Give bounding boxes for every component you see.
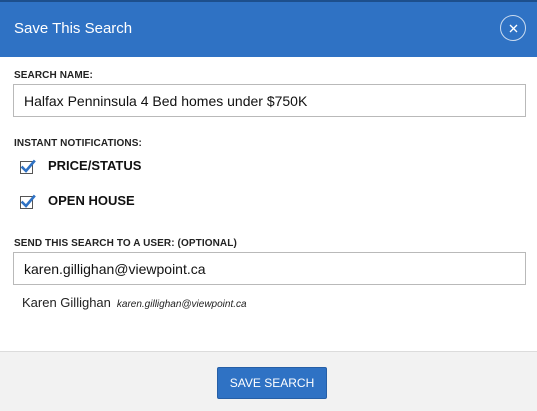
notifications-label: INSTANT NOTIFICATIONS: [14, 138, 142, 149]
send-to-user-label: SEND THIS SEARCH TO A USER: (OPTIONAL) [14, 238, 237, 249]
dialog-title: Save This Search [14, 20, 133, 37]
open-house-checkbox[interactable] [20, 194, 36, 210]
price-status-label: PRICE/STATUS [48, 158, 142, 173]
suggestion-email: karen.gillighan@viewpoint.ca [116, 299, 247, 310]
close-icon [509, 24, 518, 33]
suggestion-name: Karen Gillighan [22, 295, 111, 310]
search-name-label: SEARCH NAME: [14, 70, 93, 81]
open-house-label: OPEN HOUSE [48, 193, 135, 208]
checkmark-icon [20, 194, 36, 209]
save-search-dialog: Save This Search SEARCH NAME: INSTANT NO… [0, 0, 537, 411]
dialog-footer: SAVE SEARCH [0, 351, 537, 411]
user-suggestion-item[interactable]: Karen Gillighan karen.gillighan@viewpoint… [22, 294, 247, 312]
price-status-checkbox[interactable] [20, 159, 36, 175]
save-search-button[interactable]: SAVE SEARCH [217, 367, 327, 399]
user-email-input[interactable] [13, 252, 526, 285]
dialog-header: Save This Search [0, 0, 537, 57]
search-name-input[interactable] [13, 84, 526, 117]
close-button[interactable] [500, 15, 526, 41]
checkmark-icon [20, 159, 36, 174]
